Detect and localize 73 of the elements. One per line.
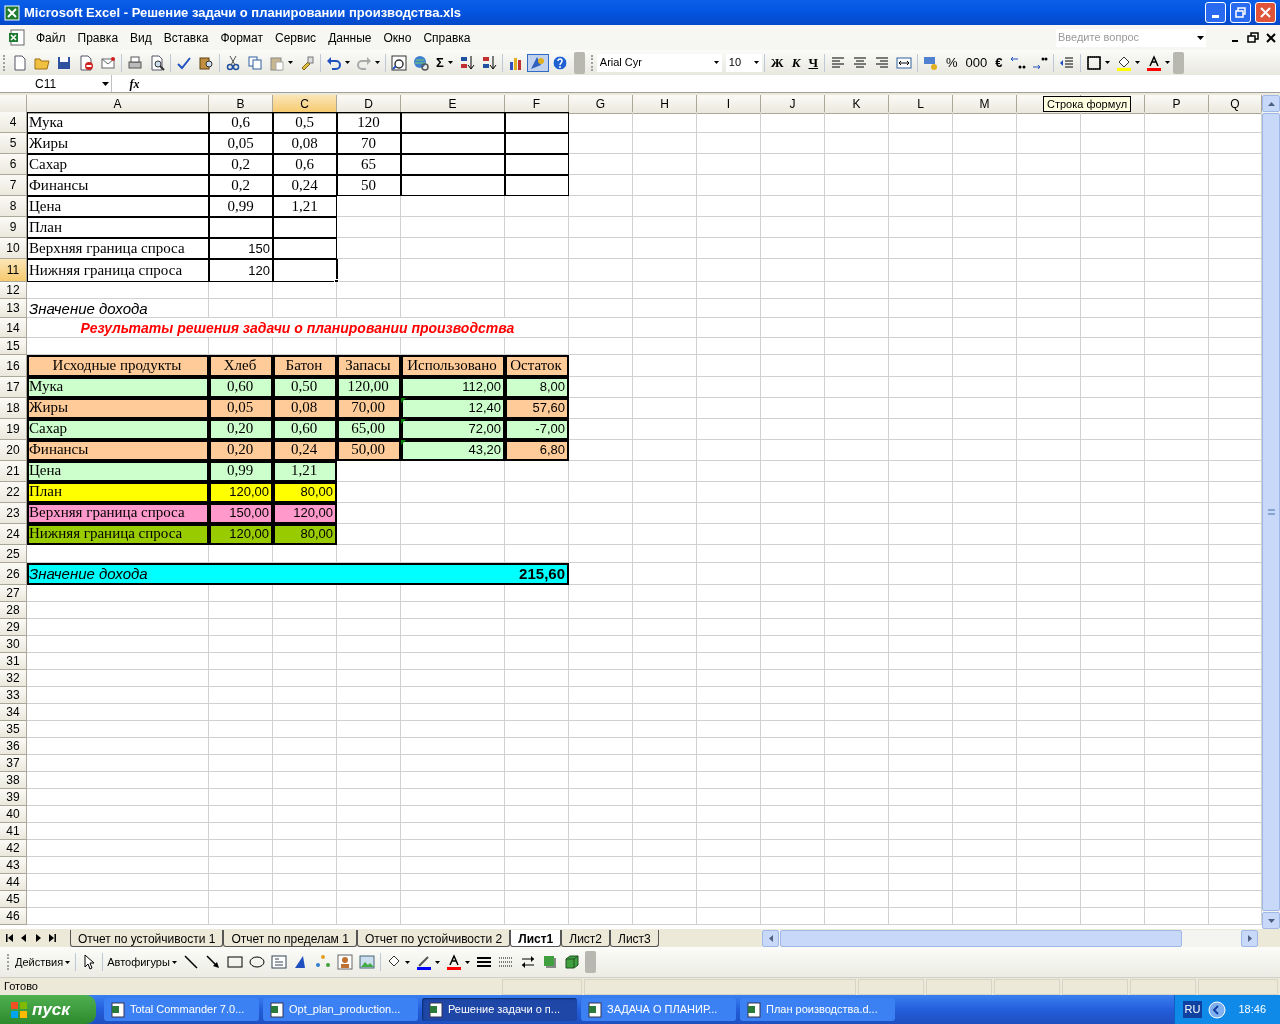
table-cell: 70,00 <box>337 398 401 419</box>
table-cell: 65,00 <box>337 419 401 440</box>
table-cell: 0,99 <box>209 461 273 482</box>
table-cell: 0,20 <box>209 419 273 440</box>
table-cell: 0,24 <box>273 440 337 461</box>
table-cell: 0,20 <box>209 440 273 461</box>
table-cell: 65 <box>337 154 401 175</box>
table-cell: Жиры <box>27 133 209 154</box>
table-cell: 0,2 <box>209 175 273 196</box>
table-cell: 50 <box>337 175 401 196</box>
table-cell: 43,20 <box>401 440 505 461</box>
table-cell: 120,00 <box>209 524 273 545</box>
table-cell: 0,08 <box>273 398 337 419</box>
table-cell: Верхняя граница спроса <box>27 503 209 524</box>
table-cell: 0,05 <box>209 398 273 419</box>
table-cell: 120,00 <box>273 503 337 524</box>
table-cell: Цена <box>27 461 209 482</box>
table-cell: 57,60 <box>505 398 569 419</box>
table-cell: 50,00 <box>337 440 401 461</box>
row-label: Значение дохода <box>29 565 148 581</box>
table-cell: 0,99 <box>209 196 273 217</box>
table-cell: 0,6 <box>273 154 337 175</box>
table-cell: Использовано <box>401 355 505 377</box>
table-cell: Мука <box>27 112 209 133</box>
table-cell: 1,21 <box>273 461 337 482</box>
table-cell: 120,00 <box>209 482 273 503</box>
table-cell: 150 <box>209 238 273 259</box>
table-cell: 120,00 <box>337 377 401 398</box>
table-cell: 70 <box>337 133 401 154</box>
table-cell: Цена <box>27 196 209 217</box>
table-cell: Запасы <box>337 355 401 377</box>
table-cell: Сахар <box>27 419 209 440</box>
table-cell: План <box>27 217 209 238</box>
table-cell: 112,00 <box>401 377 505 398</box>
table-cell: 0,6 <box>209 112 273 133</box>
table-cell: 12,40 <box>401 398 505 419</box>
table-cell: 80,00 <box>273 482 337 503</box>
table-cell: 0,24 <box>273 175 337 196</box>
table-cell: Значение дохода <box>27 299 209 318</box>
table-cell: Нижняя граница спроса <box>27 259 209 282</box>
table-cell: Хлеб <box>209 355 273 377</box>
table-cell: Жиры <box>27 398 209 419</box>
table-cell: 80,00 <box>273 524 337 545</box>
table-cell: 72,00 <box>401 419 505 440</box>
table-cell: 0,60 <box>273 419 337 440</box>
table-cell: 0,05 <box>209 133 273 154</box>
window-title: Microsoft Excel - Решение задачи о планировании производства.xls <box>24 3 462 22</box>
table-cell: 0,5 <box>273 112 337 133</box>
table-cell: Нижняя граница спроса <box>27 524 209 545</box>
table-cell: 0,60 <box>209 377 273 398</box>
table-cell: Мука <box>27 377 209 398</box>
table-cell: План <box>27 482 209 503</box>
table-cell: 0,50 <box>273 377 337 398</box>
total-value: 215,60 <box>519 565 565 581</box>
tooltip: Строка формул <box>1043 96 1132 112</box>
table-cell: Исходные продукты <box>27 355 209 377</box>
table-cell: Результаты решения задачи о планировании производства <box>27 318 569 338</box>
status-text: Готово <box>3 979 39 995</box>
table-cell: -7,00 <box>505 419 569 440</box>
table-cell: 0,2 <box>209 154 273 175</box>
table-cell: Верхняя граница спроса <box>27 238 209 259</box>
table-cell: 1,21 <box>273 196 337 217</box>
table-cell: 120 <box>209 259 273 282</box>
table-cell: 0,08 <box>273 133 337 154</box>
table-cell: 8,00 <box>505 377 569 398</box>
table-cell: Финансы <box>27 175 209 196</box>
table-cell: Финансы <box>27 440 209 461</box>
table-cell: 150,00 <box>209 503 273 524</box>
table-cell: Остаток <box>505 355 569 377</box>
table-cell: Батон <box>273 355 337 377</box>
table-cell: 6,80 <box>505 440 569 461</box>
table-cell: 120 <box>337 112 401 133</box>
table-cell: Сахар <box>27 154 209 175</box>
